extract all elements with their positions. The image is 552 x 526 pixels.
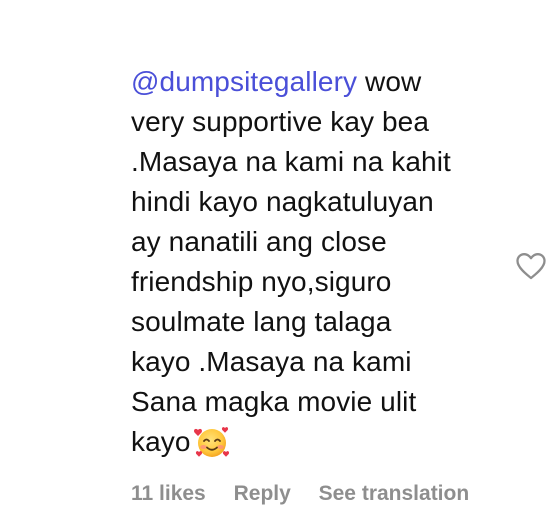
comment-line: friendship nyo,siguro [131, 266, 392, 297]
smiling-face-with-hearts-icon [192, 422, 232, 462]
comment-line: very supportive kay bea [131, 106, 430, 137]
comment-line: ay nanatili ang close [131, 226, 387, 257]
comment-actions: 11 likes Reply See translation [131, 482, 469, 506]
reply-button[interactable]: Reply [234, 482, 291, 506]
comment-line-text: kayo [131, 426, 191, 457]
comment-line: hindi kayo nagkatuluyan [131, 186, 434, 217]
mention-link[interactable]: @dumpsitegallery [131, 66, 357, 97]
comment-line: Sana magka movie ulit [131, 386, 417, 417]
see-translation-button[interactable]: See translation [319, 482, 470, 506]
comment-line: soulmate lang talaga [131, 306, 392, 337]
comment-line-last: kayo [131, 422, 511, 462]
like-button[interactable] [514, 251, 548, 281]
comment-line-text: wow [357, 66, 422, 97]
comment-line: @dumpsitegallery wow [131, 62, 511, 102]
comment-line: kayo .Masaya na kami [131, 346, 412, 377]
comment-text: @dumpsitegallery wow very supportive kay… [131, 62, 511, 462]
likes-count[interactable]: 11 likes [131, 482, 206, 506]
comment: @dumpsitegallery wow very supportive kay… [131, 62, 511, 462]
comment-line: .Masaya na kami na kahit [131, 146, 451, 177]
heart-outline-icon [516, 253, 546, 280]
